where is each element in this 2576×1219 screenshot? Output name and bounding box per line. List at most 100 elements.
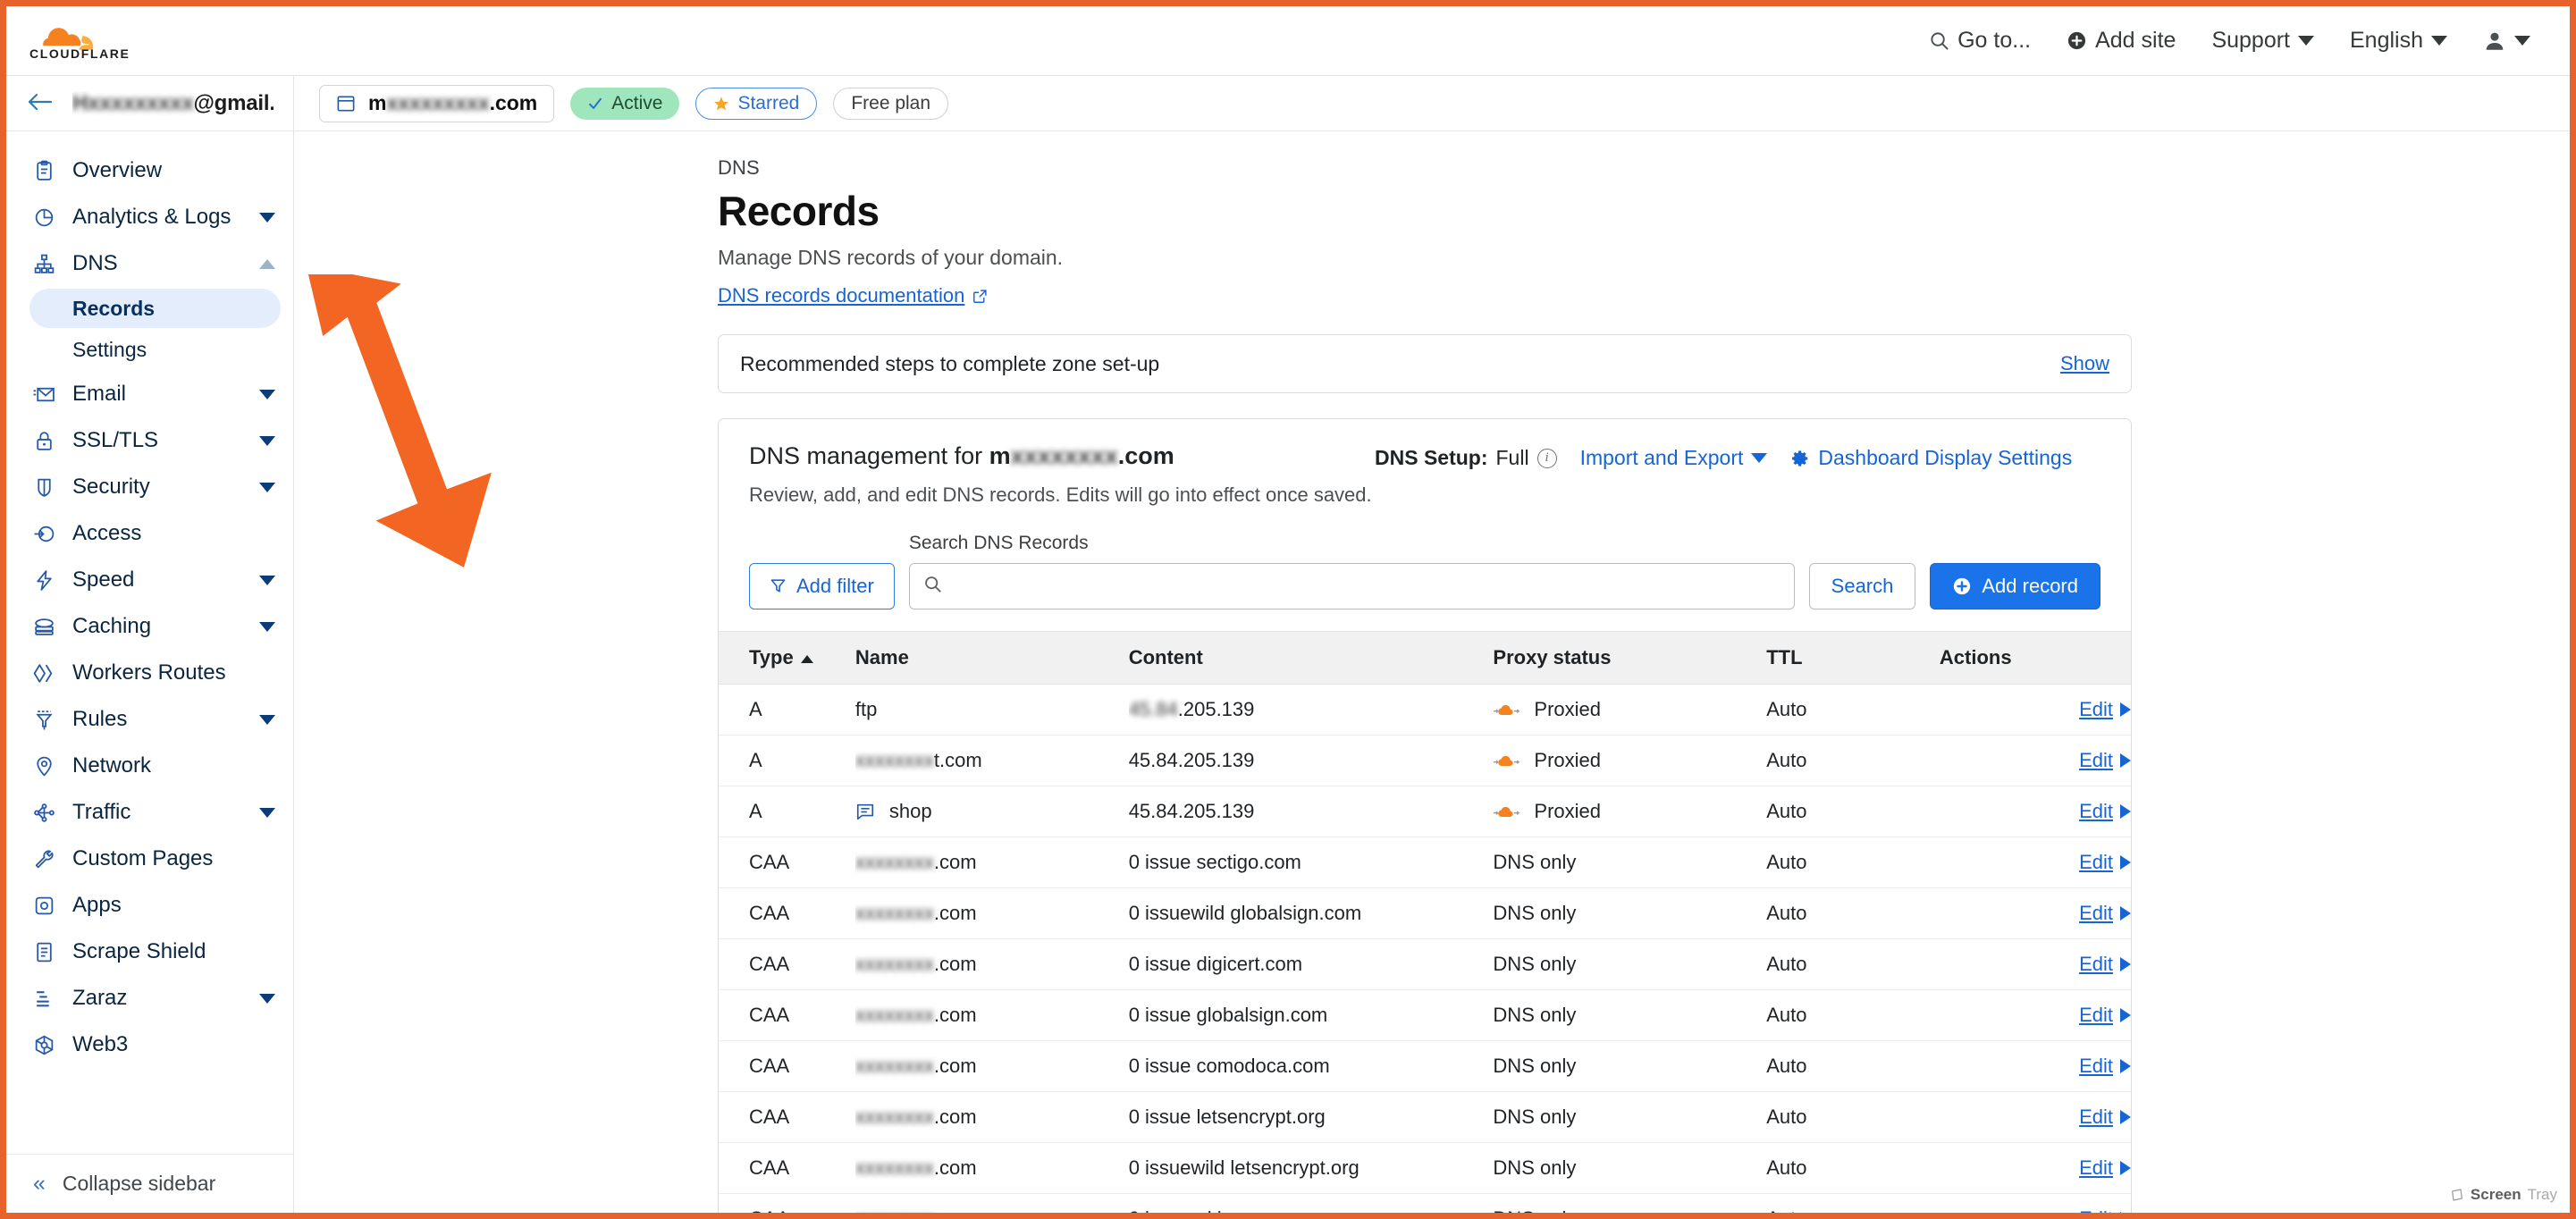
edit-record-button[interactable]: Edit	[2079, 800, 2131, 823]
external-link-icon	[972, 289, 988, 304]
edit-record-button[interactable]: Edit	[2079, 1156, 2131, 1180]
cell-proxy-status[interactable]: Proxied	[1493, 684, 1767, 736]
cell-proxy-status[interactable]: DNS only	[1493, 938, 1767, 990]
sidebar-item-zaraz[interactable]: Zaraz	[6, 975, 293, 1021]
dns-setup-value: Full	[1495, 446, 1529, 469]
dashboard-display-settings-button[interactable]: Dashboard Display Settings	[1790, 446, 2072, 470]
cell-type: A	[719, 735, 855, 786]
cloudflare-logo[interactable]: CLOUDFLARE	[29, 21, 135, 61]
language-menu[interactable]: English	[2350, 28, 2447, 54]
edit-record-button[interactable]: Edit	[2079, 851, 2131, 874]
sidebar-item-security[interactable]: Security	[6, 464, 293, 510]
sidebar-item-email[interactable]: Email	[6, 371, 293, 417]
pin-icon	[33, 755, 72, 778]
cell-proxy-status[interactable]: DNS only	[1493, 887, 1767, 939]
back-arrow-icon[interactable]	[26, 90, 53, 117]
cell-content: 0 issuewild letsencrypt.org	[1128, 1142, 1494, 1194]
column-header-ttl[interactable]: TTL	[1766, 630, 1940, 685]
status-label: Active	[611, 92, 663, 113]
sidebar-item-access[interactable]: Access	[6, 510, 293, 557]
sidebar-item-speed[interactable]: Speed	[6, 557, 293, 603]
cell-proxy-status[interactable]: DNS only	[1493, 1193, 1767, 1213]
sidebar-item-custom-pages[interactable]: Custom Pages	[6, 836, 293, 882]
cell-proxy-status[interactable]: DNS only	[1493, 1091, 1767, 1143]
table-row[interactable]: CAAxxxxxxxx.com 0 issue pki.googDNS only A…	[719, 1193, 2131, 1213]
cell-proxy-status[interactable]: DNS only	[1493, 1040, 1767, 1092]
table-row[interactable]: CAA xxxxxxxx.com 0 issue sectigo.com DNS on…	[719, 836, 2131, 888]
cell-proxy-status[interactable]: Proxied	[1493, 786, 1767, 837]
edit-record-button[interactable]: Edit	[2079, 1207, 2131, 1213]
sidebar-item-rules[interactable]: Rules	[6, 696, 293, 743]
table-row[interactable]: CAA xxxxxxxx.com 0 issue digicert.com DNS o…	[719, 938, 2131, 990]
cell-proxy-status[interactable]: Proxied	[1493, 735, 1767, 786]
sidebar-item-scrape-shield[interactable]: Scrape Shield	[6, 929, 293, 975]
table-row[interactable]: CAA xxxxxxxx.com 0 issuewild globalsign.co…	[719, 887, 2131, 939]
user-avatar-icon	[2483, 29, 2506, 53]
edit-record-button[interactable]: Edit	[2079, 1004, 2131, 1027]
show-steps-link[interactable]: Show	[2060, 352, 2109, 375]
sidebar-item-ssl-tls[interactable]: SSL/TLS	[6, 417, 293, 464]
name-value: ftp	[854, 697, 878, 720]
account-switcher[interactable]: Hxxxxxxxxx@gmail....	[6, 76, 293, 131]
edit-record-button[interactable]: Edit	[2079, 1106, 2131, 1129]
add-filter-button[interactable]: Add filter	[749, 562, 895, 610]
column-header-content[interactable]: Content	[1128, 630, 1494, 685]
comment-note-icon[interactable]	[855, 802, 875, 821]
domain-selector[interactable]: mxxxxxxxxx.com	[319, 84, 555, 122]
sidebar-item-settings[interactable]: Settings	[29, 330, 281, 369]
dns-docs-link[interactable]: DNS records documentation	[718, 284, 988, 307]
edit-record-button[interactable]: Edit	[2079, 1055, 2131, 1078]
sidebar-item-traffic[interactable]: Traffic	[6, 789, 293, 836]
info-icon[interactable]: i	[1536, 448, 1557, 468]
table-row[interactable]: CAA xxxxxxxx.com 0 issue globalsign.com DNS…	[719, 989, 2131, 1041]
starred-badge[interactable]: Starred	[695, 87, 818, 120]
starred-label: Starred	[737, 92, 800, 113]
table-row[interactable]: Ashop 45.84.205.139 Proxied Auto Edit	[719, 786, 2131, 837]
column-header-proxy-status[interactable]: Proxy status	[1493, 630, 1767, 685]
sidebar-item-overview[interactable]: Overview	[6, 147, 293, 194]
sidebar-item-network[interactable]: Network	[6, 743, 293, 789]
sidebar-item-analytics-logs[interactable]: Analytics & Logs	[6, 194, 293, 240]
table-row[interactable]: CAA xxxxxxxx.com 0 issuewild letsencrypt.o…	[719, 1142, 2131, 1194]
account-menu[interactable]	[2483, 29, 2530, 53]
sidebar-item-records[interactable]: Records	[29, 289, 281, 328]
support-menu[interactable]: Support	[2211, 28, 2314, 54]
cell-ttl: Auto	[1766, 1091, 1940, 1143]
edit-record-button[interactable]: Edit	[2079, 902, 2131, 925]
cell-proxy-status[interactable]: DNS only	[1493, 1142, 1767, 1194]
search-button[interactable]: Search	[1808, 562, 1916, 610]
sidebar-item-label: Custom Pages	[72, 846, 214, 870]
table-row[interactable]: CAA xxxxxxxx.com 0 issue letsencrypt.org DN…	[719, 1091, 2131, 1143]
go-to-search[interactable]: Go to...	[1929, 28, 2031, 54]
add-record-button[interactable]: Add record	[1930, 562, 2100, 610]
sidebar-item-caching[interactable]: Caching	[6, 603, 293, 650]
column-header-type[interactable]: Type	[719, 630, 855, 685]
cell-ttl: Auto	[1766, 1142, 1940, 1194]
sidebar-item-workers-routes[interactable]: Workers Routes	[6, 650, 293, 696]
edit-record-button[interactable]: Edit	[2079, 698, 2131, 721]
access-icon	[33, 523, 72, 545]
add-site-button[interactable]: Add site	[2067, 28, 2176, 54]
cell-ttl: Auto	[1766, 887, 1940, 939]
column-header-name[interactable]: Name	[854, 630, 1129, 685]
cell-proxy-status[interactable]: DNS only	[1493, 836, 1767, 888]
watermark-bold: Screen	[2470, 1186, 2521, 1203]
table-row[interactable]: CAA xxxxxxxx.com 0 issue comodoca.com DNS o…	[719, 1040, 2131, 1092]
name-value: xxxxxxxxt.com	[854, 748, 982, 771]
sidebar-item-web3[interactable]: Web3	[6, 1021, 293, 1068]
table-row[interactable]: Aftp 45.84.205.139 Proxied Auto Edit	[719, 684, 2131, 736]
search-box[interactable]	[908, 562, 1795, 610]
sidebar-item-dns[interactable]: DNS	[6, 240, 293, 287]
import-export-menu[interactable]: Import and Export	[1580, 446, 1768, 470]
edit-record-button[interactable]: Edit	[2079, 749, 2131, 772]
sidebar-item-apps[interactable]: Apps	[6, 882, 293, 929]
edit-record-button[interactable]: Edit	[2079, 953, 2131, 976]
window-icon	[336, 95, 356, 113]
dns-setup-indicator: DNS Setup: Full i	[1375, 446, 1557, 470]
search-input[interactable]	[950, 563, 1794, 609]
cell-proxy-status[interactable]: DNS only	[1493, 989, 1767, 1041]
name-value: xxxxxxxx.com	[854, 1003, 977, 1026]
collapse-sidebar-button[interactable]: « Collapse sidebar	[6, 1154, 293, 1213]
table-row[interactable]: Axxxxxxxxt.com 45.84.205.139 Proxied Auto Ed…	[719, 735, 2131, 786]
cell-actions: Edit	[1939, 887, 2131, 939]
